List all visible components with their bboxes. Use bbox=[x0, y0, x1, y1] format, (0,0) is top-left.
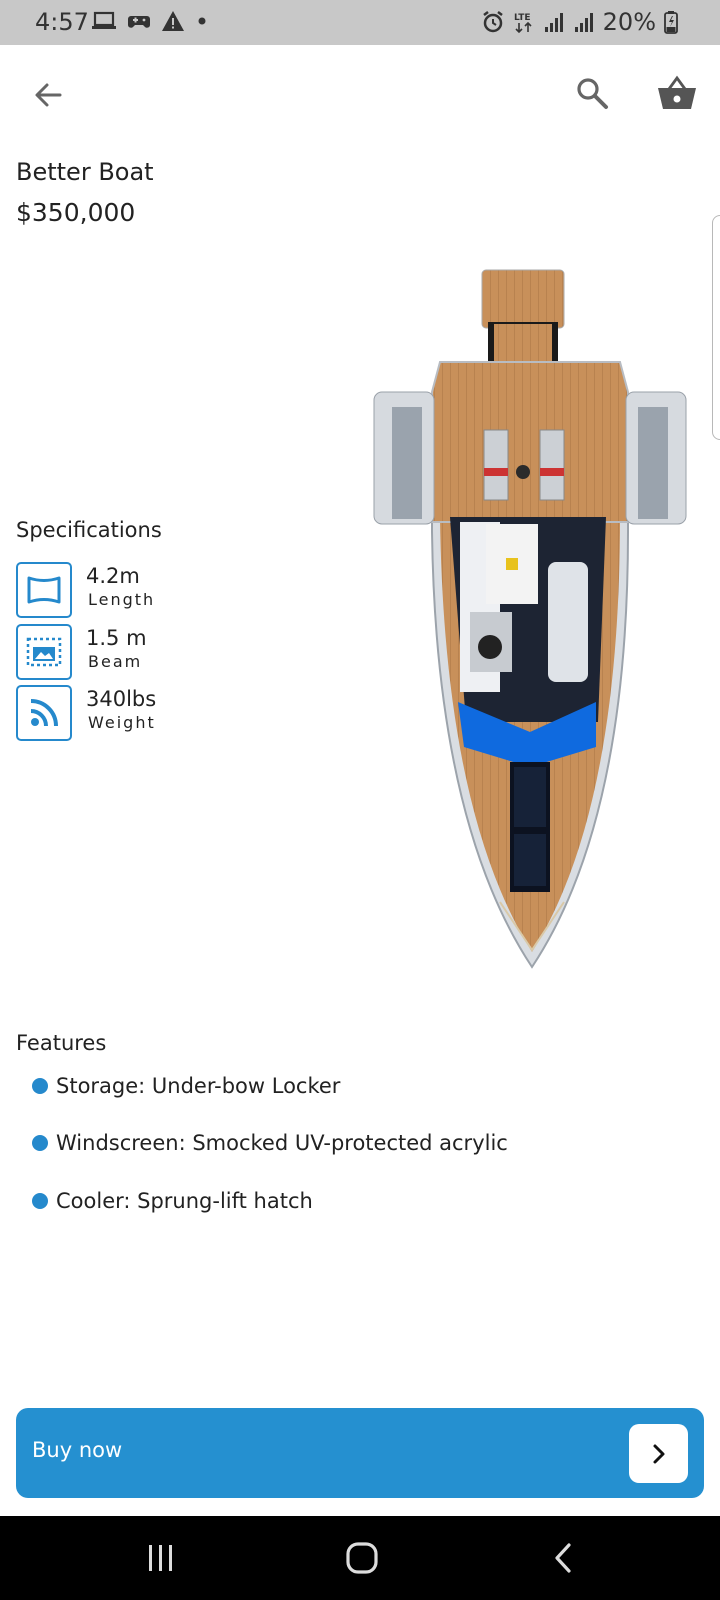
alarm-icon bbox=[482, 11, 503, 33]
chevron-right-icon bbox=[653, 1444, 664, 1463]
edge-panel-handle[interactable] bbox=[712, 215, 720, 440]
rss-feed-icon bbox=[30, 699, 58, 727]
buy-now-arrow-button[interactable] bbox=[629, 1424, 688, 1483]
feature-text: Storage: Under-bow Locker bbox=[56, 1074, 341, 1098]
product-name: Better Boat bbox=[16, 158, 154, 186]
back-nav-icon bbox=[555, 1543, 571, 1573]
back-nav-button[interactable] bbox=[503, 1516, 623, 1600]
signal-icon bbox=[544, 13, 563, 32]
dot-icon bbox=[198, 17, 206, 25]
status-bar: 4:57 LTE 20% bbox=[0, 0, 720, 45]
spec-label: Beam bbox=[88, 652, 143, 671]
spec-value: 4.2m bbox=[86, 564, 140, 588]
status-time: 4:57 bbox=[35, 8, 89, 36]
search-icon bbox=[577, 78, 608, 109]
recent-apps-icon bbox=[149, 1545, 172, 1571]
cart-button[interactable] bbox=[653, 69, 701, 117]
status-notification-icons bbox=[91, 10, 209, 32]
spec-value: 1.5 m bbox=[86, 626, 147, 650]
feature-text: Cooler: Sprung-lift hatch bbox=[56, 1189, 313, 1213]
laptop-icon bbox=[92, 11, 116, 29]
feature-item: Storage: Under-bow Locker bbox=[32, 1071, 340, 1101]
image-dashed-icon bbox=[26, 637, 62, 667]
boat-top-view bbox=[373, 269, 687, 969]
features-title: Features bbox=[16, 1031, 107, 1055]
gamepad-icon bbox=[128, 16, 150, 28]
battery-icon bbox=[664, 11, 678, 34]
status-system-icons: LTE 20% bbox=[481, 8, 678, 36]
spec-icon-box bbox=[16, 562, 72, 618]
lte-icon: LTE bbox=[514, 13, 532, 34]
spec-label: Weight bbox=[88, 713, 156, 732]
back-arrow-icon bbox=[35, 83, 62, 107]
home-icon bbox=[346, 1542, 378, 1574]
battery-percentage: 20% bbox=[602, 8, 656, 36]
signal-icon bbox=[574, 13, 593, 32]
spec-icon-box bbox=[16, 624, 72, 680]
recent-apps-button[interactable] bbox=[101, 1516, 221, 1600]
search-button[interactable] bbox=[568, 69, 616, 117]
system-nav-bar bbox=[0, 1516, 720, 1600]
spec-item-length: 4.2m Length bbox=[16, 562, 316, 618]
buy-now-button[interactable]: Buy now bbox=[16, 1408, 704, 1498]
bullet-icon bbox=[32, 1135, 48, 1151]
app-bar bbox=[0, 45, 720, 141]
feature-item: Cooler: Sprung-lift hatch bbox=[32, 1186, 313, 1216]
product-price: $350,000 bbox=[16, 198, 136, 227]
home-button[interactable] bbox=[302, 1516, 422, 1600]
boat-image bbox=[370, 262, 690, 992]
spec-icon-box bbox=[16, 685, 72, 741]
specifications-title: Specifications bbox=[16, 518, 162, 542]
panorama-frame-icon bbox=[27, 576, 61, 604]
spec-item-beam: 1.5 m Beam bbox=[16, 624, 316, 680]
feature-text: Windscreen: Smocked UV-protected acrylic bbox=[56, 1131, 508, 1155]
back-button[interactable] bbox=[24, 71, 72, 119]
svg-text:LTE: LTE bbox=[514, 13, 531, 23]
bullet-icon bbox=[32, 1078, 48, 1094]
spec-label: Length bbox=[88, 590, 156, 609]
warning-icon bbox=[162, 11, 184, 31]
bullet-icon bbox=[32, 1193, 48, 1209]
shopping-basket-icon bbox=[658, 75, 696, 109]
buy-now-label: Buy now bbox=[32, 1438, 123, 1462]
spec-item-weight: 340lbs Weight bbox=[16, 685, 316, 741]
spec-value: 340lbs bbox=[86, 687, 157, 711]
feature-item: Windscreen: Smocked UV-protected acrylic bbox=[32, 1128, 508, 1158]
